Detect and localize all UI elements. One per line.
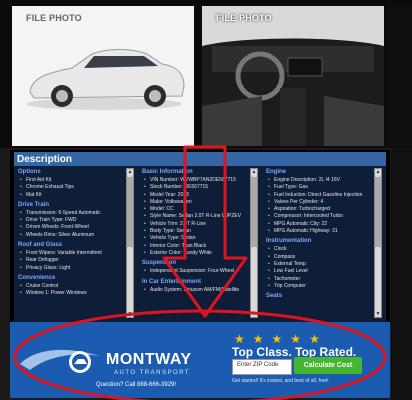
section-heading: Basic Information <box>142 169 193 175</box>
suspension-list: Independent Suspension: Four-Wheel <box>138 268 248 276</box>
description-column-3[interactable]: Engine Engine Description: 2L I4 16V Fue… <box>262 166 382 322</box>
phone-question[interactable]: Question? Call 888-666-3929! <box>96 382 176 388</box>
entertainment-list: Audio System: Siriusxm AM/FM/Satellite <box>138 287 248 295</box>
list-item: Body Type: Sedan <box>144 228 248 236</box>
option-list: First Aid Kit Chrome Exhaust Tips Mat Ki… <box>14 177 124 199</box>
star-icon: ★ <box>309 332 320 346</box>
section-heading: Engine <box>266 169 287 175</box>
star-icon: ★ <box>252 332 264 346</box>
description-title: Description <box>14 152 386 166</box>
scroll-up-icon[interactable]: ▲ <box>375 169 381 175</box>
list-item: Low Fuel Level <box>268 268 372 276</box>
list-item: Cruise Control <box>20 283 124 291</box>
list-item: Trip Computer <box>268 283 372 291</box>
list-item: Style Name: Sedan 2.0T R-Line W/PZEV <box>144 213 248 221</box>
section-heading: Options <box>18 169 41 175</box>
engine-list: Engine Description: 2L I4 16V Fuel Type:… <box>262 177 372 236</box>
section-heading: Instrumentation <box>266 238 312 245</box>
file-photo-label-exterior: FILE PHOTO <box>26 13 82 23</box>
list-item: Rear Defogger <box>20 257 124 265</box>
file-photo-label-interior: FILE PHOTO <box>216 13 272 23</box>
scroll-down-icon[interactable]: ▼ <box>251 311 257 317</box>
list-item: Independent Suspension: Four-Wheel <box>144 268 248 276</box>
montway-logo-icon <box>20 349 100 373</box>
description-body: Options First Aid Kit Chrome Exhaust Tip… <box>14 166 386 322</box>
scroll-up-icon[interactable]: ▲ <box>251 169 257 175</box>
list-item: Vehicle Type: Sedan <box>144 235 248 243</box>
list-item: Wheels Rims: Silver Aluminum <box>20 232 124 240</box>
list-item: Fuel Induction: Direct Gasoline Injectio… <box>268 192 372 200</box>
scrollbar[interactable]: ▲ ▼ <box>374 168 382 318</box>
scroll-up-icon[interactable]: ▲ <box>127 169 133 175</box>
list-item: Tachometer <box>268 276 372 284</box>
star-icon: ★ <box>234 332 245 346</box>
section-heading: Drive Train <box>18 201 50 208</box>
list-item: Chrome Exhaust Tips <box>20 184 124 192</box>
zip-code-input[interactable]: Enter ZIP Code <box>232 359 292 375</box>
list-item: Privacy Glass: Light <box>20 265 124 273</box>
list-item: Stock Number: DE567715 <box>144 184 248 192</box>
list-item: Exterior Color: Candy White <box>144 250 248 258</box>
list-item: Window 1: Power Windows <box>20 290 124 298</box>
star-icon: ★ <box>290 332 302 346</box>
drive-train-list: Transmission: 6-Speed Automatic Drive Tr… <box>14 210 124 239</box>
description-panel: Description Options First Aid Kit Chrome… <box>10 150 390 322</box>
section-heading: In Car Entertainment <box>142 278 202 285</box>
star-icon: ★ <box>271 332 283 346</box>
list-item: Drive Train Type: FWD <box>20 217 124 225</box>
list-item: External Temp <box>268 261 372 269</box>
get-started-text: Get started! It's instant, and best of a… <box>232 378 329 384</box>
scroll-down-icon[interactable]: ▼ <box>127 311 133 317</box>
list-item: Compass <box>268 254 372 262</box>
convenience-list: Cruise Control Window 1: Power Windows <box>14 283 124 298</box>
list-item: Aspiration: Turbocharged <box>268 206 372 214</box>
list-item: Model Year: 2013 <box>144 192 248 200</box>
basic-info-list: VIN Number: WVWBP7AN2DE567715 Stock Numb… <box>138 177 248 258</box>
scroll-thumb[interactable] <box>375 177 381 247</box>
list-item: VIN Number: WVWBP7AN2DE567715 <box>144 177 248 185</box>
interior-photo[interactable]: FILE PHOTO <box>202 6 384 146</box>
scrollbar[interactable]: ▲ ▼ <box>250 168 258 318</box>
brand-name: MONTWAY <box>106 351 192 368</box>
photo-strip: FILE PHOTO FILE PHOTO <box>0 0 412 148</box>
list-item: Compressor: Intercooled Turbo <box>268 213 372 221</box>
list-item: Interior Color: Titan Black <box>144 243 248 251</box>
list-item: Driven Wheels: Front-Wheel <box>20 224 124 232</box>
description-column-1[interactable]: Options First Aid Kit Chrome Exhaust Tip… <box>14 166 134 322</box>
scroll-thumb[interactable] <box>127 177 133 247</box>
list-item: MPG Automatic City: 22 <box>268 221 372 229</box>
exterior-photo[interactable]: FILE PHOTO <box>12 6 194 146</box>
list-item: First Aid Kit <box>20 177 124 185</box>
montway-ad-banner[interactable]: MONTWAY AUTO TRANSPORT Question? Call 88… <box>10 322 390 398</box>
brand-subtitle: AUTO TRANSPORT <box>114 370 191 376</box>
scroll-thumb[interactable] <box>251 177 257 247</box>
calculate-cost-button[interactable]: Calculate Cost <box>294 357 362 374</box>
description-column-2[interactable]: Basic Information VIN Number: WVWBP7AN2D… <box>138 166 258 322</box>
car-interior-image <box>202 6 384 146</box>
list-item: Model: CC <box>144 206 248 214</box>
list-item: Mat Kit <box>20 192 124 200</box>
list-item: Engine Description: 2L I4 16V <box>268 177 372 185</box>
list-item: Make: Volkswagen <box>144 199 248 207</box>
list-item: Fuel Type: Gas <box>268 184 372 192</box>
instrumentation-list: Clock Compass External Temp Low Fuel Lev… <box>262 246 372 290</box>
list-item: Vehicle Trim: 2.0T R-Line <box>144 221 248 229</box>
list-item: Clock <box>268 246 372 254</box>
list-item: Audio System: Siriusxm AM/FM/Satellite <box>144 287 248 295</box>
section-heading: Roof and Glass <box>18 242 63 249</box>
scrollbar[interactable]: ▲ ▼ <box>126 168 134 318</box>
list-item: Front Wipers: Variable Intermittent <box>20 250 124 258</box>
roof-glass-list: Front Wipers: Variable Intermittent Rear… <box>14 250 124 272</box>
section-heading: Suspension <box>142 260 177 267</box>
list-item: Transmission: 6-Speed Automatic <box>20 210 124 218</box>
side-panel <box>388 6 412 146</box>
section-heading: Convenience <box>18 274 56 281</box>
car-exterior-image <box>12 6 194 146</box>
section-heading: Seats <box>266 293 283 300</box>
list-item: MPG Automatic Highway: 31 <box>268 228 372 236</box>
scroll-down-icon[interactable]: ▼ <box>375 311 381 317</box>
page-gutter <box>391 148 412 400</box>
list-item: Valves Per Cylinder: 4 <box>268 199 372 207</box>
